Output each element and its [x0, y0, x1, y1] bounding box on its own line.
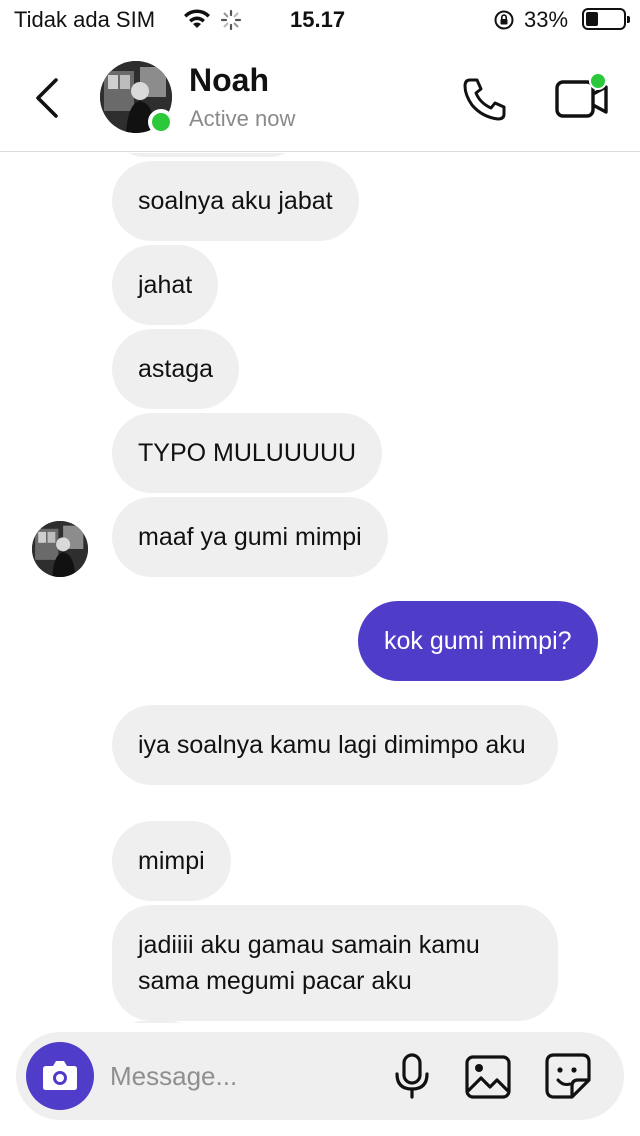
message-input[interactable] — [110, 1054, 370, 1098]
microphone-icon — [395, 1053, 429, 1099]
voice-call-button[interactable] — [460, 74, 510, 124]
message-thread[interactable]: soalnya aku jabat jahat astaga TYPO MULU… — [0, 153, 640, 1023]
camera-icon — [43, 1061, 77, 1090]
online-status-dot — [148, 109, 174, 135]
orientation-lock-icon — [493, 9, 515, 36]
contact-name[interactable]: Noah — [189, 62, 269, 99]
video-camera-icon — [555, 72, 608, 118]
contact-avatar-button[interactable] — [100, 61, 174, 135]
phone-icon — [463, 78, 506, 121]
sticker-button[interactable] — [544, 1052, 592, 1100]
sender-avatar[interactable] — [32, 521, 88, 577]
message-bubble-received[interactable]: iya soalnya kamu lagi dimimpo aku — [112, 705, 558, 785]
battery-percentage: 33% — [524, 7, 569, 32]
message-bubble-received[interactable]: maaf ya gumi mimpi — [112, 497, 388, 577]
gallery-button[interactable] — [464, 1054, 512, 1100]
message-bubble-received[interactable]: TYPO MULUUUUU — [112, 413, 383, 493]
chat-header: Noah Active now — [0, 44, 640, 152]
message-bubble-received[interactable]: jadiiii aku gamau samain kamu sama megum… — [112, 905, 558, 1021]
sticker-icon — [545, 1053, 591, 1099]
back-chevron-icon — [36, 78, 58, 118]
back-button[interactable] — [28, 74, 68, 122]
message-bubble-received[interactable]: jahat — [112, 245, 219, 325]
status-bar: Tidak ada SIM 15.17 33% — [0, 0, 640, 40]
wifi-icon — [182, 8, 212, 35]
contact-status: Active now — [189, 106, 296, 131]
status-time: 15.17 — [290, 7, 346, 32]
activity-spinner-icon — [220, 9, 242, 36]
battery-icon — [582, 8, 630, 30]
message-bubble-partial — [112, 153, 302, 157]
image-gallery-icon — [465, 1055, 511, 1099]
camera-button[interactable] — [26, 1042, 94, 1110]
message-bubble-received[interactable]: astaga — [112, 329, 240, 409]
video-call-button[interactable] — [554, 70, 612, 124]
voice-message-button[interactable] — [390, 1052, 434, 1100]
message-bubble-partial — [112, 1021, 202, 1023]
message-composer — [16, 1032, 624, 1120]
message-bubble-received[interactable]: soalnya aku jabat — [112, 161, 359, 241]
carrier-label: Tidak ada SIM — [14, 7, 156, 32]
message-bubble-received[interactable]: mimpi — [112, 821, 231, 901]
message-bubble-sent[interactable]: kok gumi mimpi? — [358, 601, 598, 681]
